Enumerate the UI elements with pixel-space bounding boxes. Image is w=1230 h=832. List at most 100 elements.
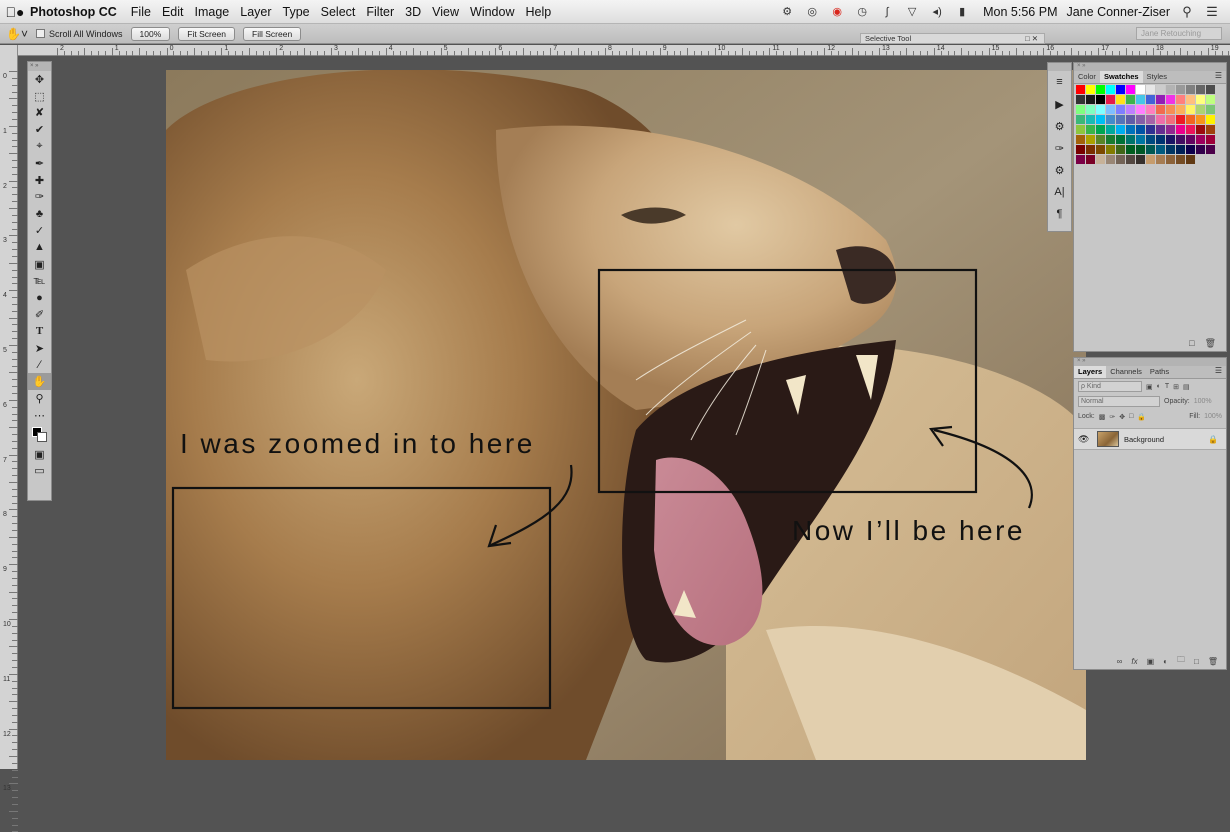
color-swatch[interactable] <box>1076 105 1086 115</box>
color-swatch[interactable] <box>1106 155 1116 165</box>
history-brush-tool-icon[interactable]: ✓ <box>28 222 51 239</box>
color-swatch[interactable] <box>1076 155 1086 165</box>
history-panel-icon[interactable]: ≡ <box>1048 71 1071 93</box>
more-tools-icon[interactable]: ⋯ <box>28 407 51 424</box>
lock-transparent-icon[interactable]: ▩ <box>1099 413 1106 421</box>
menu-filter[interactable]: Filter <box>366 5 394 19</box>
color-swatch[interactable] <box>1136 125 1146 135</box>
new-swatch-icon[interactable]: □ <box>1189 338 1194 348</box>
color-swatch[interactable] <box>1156 115 1166 125</box>
wifi-icon[interactable]: ▽ <box>904 5 920 19</box>
color-swatch[interactable] <box>1206 135 1216 145</box>
color-swatch[interactable] <box>1176 95 1186 105</box>
color-swatch[interactable] <box>1156 145 1166 155</box>
color-swatch[interactable] <box>1106 145 1116 155</box>
color-swatch[interactable] <box>1196 125 1206 135</box>
color-swatch[interactable] <box>1146 135 1156 145</box>
color-swatch[interactable] <box>1186 85 1196 95</box>
color-swatch[interactable] <box>1156 95 1166 105</box>
color-swatch[interactable] <box>1196 85 1206 95</box>
color-swatch[interactable] <box>1176 135 1186 145</box>
color-swatch[interactable] <box>1116 135 1126 145</box>
clone-stamp-tool-icon[interactable]: ♣ <box>28 205 51 222</box>
color-swatch[interactable] <box>1096 135 1106 145</box>
link-layers-icon[interactable]: ∞ <box>1117 657 1123 666</box>
color-swatch[interactable] <box>1156 155 1166 165</box>
color-swatch[interactable] <box>1196 115 1206 125</box>
color-swatch[interactable] <box>1176 85 1186 95</box>
crop-tool-icon[interactable]: ⌖ <box>28 138 51 155</box>
lock-position-icon[interactable]: ✥ <box>1119 413 1125 421</box>
document-canvas[interactable]: I was zoomed in to here Now I’ll be here <box>166 70 1086 760</box>
filter-adjust-icon[interactable]: ◐ <box>1157 383 1161 390</box>
color-swatch[interactable] <box>1206 115 1216 125</box>
color-swatch[interactable] <box>1096 145 1106 155</box>
brush-tool-icon[interactable]: ✑ <box>28 189 51 206</box>
menu-file[interactable]: File <box>131 5 151 19</box>
panel-menu-icon[interactable]: ☰ <box>1215 71 1226 83</box>
filter-pixel-icon[interactable]: ▣ <box>1146 383 1153 391</box>
tab-styles[interactable]: Styles <box>1143 71 1171 83</box>
character-panel-icon[interactable]: A| <box>1048 181 1071 203</box>
color-swatch[interactable] <box>1076 85 1086 95</box>
swatches-panel-header[interactable]: × » <box>1074 63 1226 71</box>
time-machine-icon[interactable]: ◷ <box>854 5 870 19</box>
layer-row[interactable]: 👁 Background 🔒 <box>1074 428 1226 450</box>
opacity-value[interactable]: 100% <box>1194 398 1212 405</box>
screen-mode-icon[interactable]: ▭ <box>28 463 51 480</box>
color-swatch[interactable] <box>1076 145 1086 155</box>
panel-menu-icon[interactable]: ☰ <box>1215 366 1226 378</box>
fit-screen-button[interactable]: Fit Screen <box>178 26 236 41</box>
color-swatch[interactable] <box>1176 125 1186 135</box>
paragraph-panel-icon[interactable]: ¶ <box>1048 203 1071 225</box>
color-swatch[interactable] <box>1156 85 1166 95</box>
tools-panel-header[interactable]: × » <box>28 62 51 71</box>
eye-status-icon[interactable]: ◎ <box>804 5 820 19</box>
zoom-tool-icon[interactable]: ⚲ <box>28 390 51 407</box>
color-swatch[interactable] <box>1086 115 1096 125</box>
color-swatch[interactable] <box>1076 135 1086 145</box>
eraser-tool-icon[interactable]: ▲ <box>28 239 51 256</box>
app-name-menu[interactable]: Photoshop CC <box>30 5 117 19</box>
color-swatch[interactable] <box>1196 135 1206 145</box>
hand-tool-icon[interactable]: ✋ <box>28 373 51 391</box>
filter-smart-icon[interactable]: ▤ <box>1183 383 1190 391</box>
filter-shape-icon[interactable]: ⊞ <box>1173 383 1179 391</box>
hand-tool-preset-icon[interactable]: ✋˅ <box>6 27 28 41</box>
workspace-switcher[interactable]: Jane Retouching <box>1136 27 1222 40</box>
color-swatch[interactable] <box>1126 115 1136 125</box>
color-swatch[interactable] <box>1126 155 1136 165</box>
fill-value[interactable]: 100% <box>1204 413 1222 420</box>
color-swatch[interactable] <box>1116 145 1126 155</box>
scroll-all-windows-checkbox[interactable] <box>36 29 45 38</box>
zoom-100-button[interactable]: 100% <box>130 26 171 41</box>
menu-image[interactable]: Image <box>195 5 230 19</box>
color-swatch[interactable] <box>1176 155 1186 165</box>
color-swatch[interactable] <box>1086 145 1096 155</box>
adjustments-panel-icon[interactable]: ⚙ <box>1048 115 1071 137</box>
color-swatch[interactable] <box>1126 95 1136 105</box>
color-swatch[interactable] <box>1166 115 1176 125</box>
color-swatch[interactable] <box>1086 125 1096 135</box>
color-swatch[interactable] <box>1096 155 1106 165</box>
trash-icon[interactable]: 🗑 <box>1205 338 1216 349</box>
line-tool-icon[interactable]: ∕ <box>28 357 51 374</box>
eyedropper-tool-icon[interactable]: ✒ <box>28 155 51 172</box>
background-color-swatch[interactable] <box>37 431 47 442</box>
color-swatch[interactable] <box>1136 135 1146 145</box>
color-swatch[interactable] <box>1186 115 1196 125</box>
bluetooth-icon[interactable]: ∫ <box>879 5 895 19</box>
color-swatch[interactable] <box>1146 155 1156 165</box>
visibility-eye-icon[interactable]: 👁 <box>1078 434 1092 445</box>
actions-panel-icon[interactable]: ▶ <box>1048 93 1071 115</box>
menu-help[interactable]: Help <box>526 5 552 19</box>
color-swatch[interactable] <box>1086 135 1096 145</box>
menu-select[interactable]: Select <box>321 5 356 19</box>
layer-name[interactable]: Background <box>1124 435 1164 444</box>
tab-paths[interactable]: Paths <box>1146 366 1173 378</box>
spotlight-search-icon[interactable]: ⚲ <box>1179 4 1195 19</box>
move-tool-icon[interactable]: ✥ <box>28 71 51 88</box>
color-swatch[interactable] <box>1096 115 1106 125</box>
color-swatch[interactable] <box>1176 105 1186 115</box>
adjustment-layer-icon[interactable]: ◐ <box>1163 657 1168 666</box>
